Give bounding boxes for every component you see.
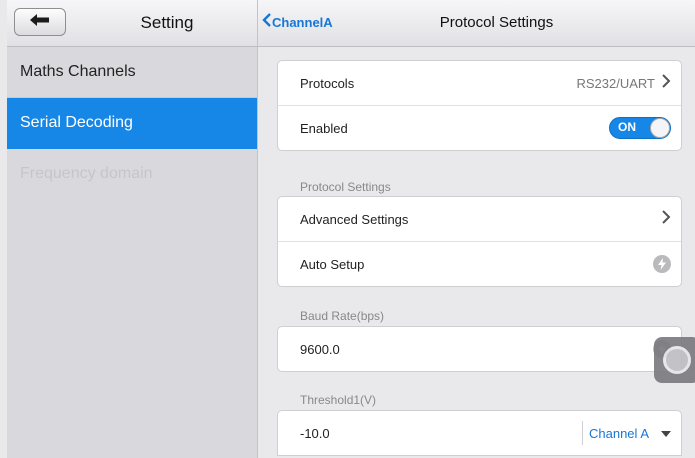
lightning-icon[interactable]	[653, 255, 671, 273]
auto-setup-row: Auto Setup	[278, 241, 681, 286]
baud-rate-section-label: Baud Rate(bps)	[300, 309, 385, 323]
chevron-right-icon	[661, 209, 671, 230]
floating-assistive-button[interactable]	[654, 337, 695, 383]
protocol-card: Protocols RS232/UART Enabled ON	[277, 60, 682, 151]
protocols-label: Protocols	[300, 75, 355, 91]
sidebar-item-frequency-domain: Frequency domain	[20, 165, 153, 182]
circle-icon	[663, 346, 691, 374]
sidebar: Setting Maths Channels Serial Decoding F…	[7, 0, 258, 458]
protocol-settings-section-label: Protocol Settings	[300, 180, 391, 194]
threshold-row: -10.0 Channel A	[278, 411, 681, 455]
auto-setup-label: Auto Setup	[300, 256, 365, 272]
back-button[interactable]	[14, 8, 66, 36]
baud-rate-value[interactable]: 9600.0	[300, 342, 653, 357]
divider	[582, 421, 583, 445]
enabled-toggle[interactable]: ON	[609, 117, 671, 139]
toggle-state-label: ON	[618, 120, 636, 134]
advanced-settings-row[interactable]: Advanced Settings	[278, 197, 681, 241]
sidebar-title: Setting	[140, 13, 194, 32]
arrow-left-icon	[29, 13, 51, 32]
threshold-card: -10.0 Channel A	[277, 410, 682, 456]
main-header: ChannelA Protocol Settings	[258, 0, 695, 47]
sidebar-header: Setting	[7, 0, 257, 47]
advanced-settings-label: Advanced Settings	[300, 211, 409, 227]
baud-rate-row[interactable]: 9600.0	[278, 327, 681, 371]
chevron-right-icon	[661, 73, 671, 94]
toggle-knob	[650, 118, 670, 138]
main-panel: ChannelA Protocol Settings Protocols RS2…	[258, 0, 695, 458]
protocol-settings-card: Advanced Settings Auto Setup	[277, 196, 682, 287]
enabled-label: Enabled	[300, 120, 348, 136]
protocols-row[interactable]: Protocols RS232/UART	[278, 61, 681, 105]
sidebar-item-maths-channels[interactable]: Maths Channels	[7, 47, 257, 98]
protocols-value: RS232/UART	[576, 75, 655, 91]
page-title: Protocol Settings	[439, 14, 554, 31]
threshold-section-label: Threshold1(V)	[300, 393, 377, 407]
threshold-value[interactable]: -10.0	[300, 426, 582, 441]
enabled-row: Enabled ON	[278, 105, 681, 150]
baud-rate-card: 9600.0	[277, 326, 682, 372]
dropdown-arrow-icon[interactable]	[661, 426, 671, 441]
threshold-channel-select[interactable]: Channel A	[589, 426, 649, 441]
sidebar-item-serial-decoding[interactable]: Serial Decoding	[7, 98, 257, 149]
